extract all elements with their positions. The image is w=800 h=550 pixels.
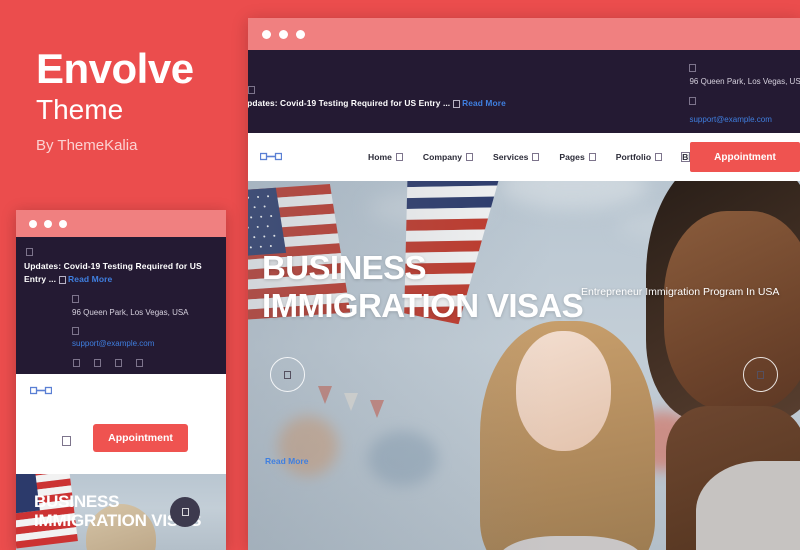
mobile-updates-text: Updates: Covid-19 Testing Required for U…	[24, 260, 218, 286]
mobile-address: 96 Queen Park, Los Vegas, USA	[72, 307, 189, 317]
desktop-topbar: Updates: Covid-19 Testing Required for U…	[248, 50, 800, 146]
hero-title: BUSINESS IMMIGRATION VISAS	[262, 249, 584, 324]
bullhorn-icon	[452, 99, 460, 108]
site-logo-image[interactable]	[30, 386, 52, 396]
mobile-window-chrome	[16, 210, 226, 237]
minimize-dot[interactable]	[279, 29, 288, 39]
minimize-dot[interactable]	[44, 219, 52, 228]
appointment-button[interactable]: Appointment	[690, 142, 800, 172]
hero-title-line2: IMMIGRATION VISAS	[262, 286, 584, 324]
mobile-hero-play-button[interactable]	[170, 497, 200, 527]
mobile-topbar: Updates: Covid-19 Testing Required for U…	[16, 237, 226, 374]
close-dot[interactable]	[262, 29, 271, 39]
linkedin-icon[interactable]	[115, 358, 122, 367]
hero-title-line1: BUSINESS	[262, 249, 427, 286]
chevron-down-icon	[588, 153, 596, 161]
instagram-icon[interactable]	[136, 358, 143, 367]
desktop-updates-block: Updates: Covid-19 Testing Required for U…	[248, 86, 506, 108]
nav-label-pages: Pages	[559, 152, 585, 162]
desktop-window-chrome	[248, 18, 800, 50]
nav-label-portfolio: Portfolio	[615, 152, 652, 162]
mobile-social-links	[16, 358, 226, 367]
product-subtitle: Theme	[36, 94, 124, 125]
envelope-icon	[72, 326, 79, 335]
desktop-read-more-link[interactable]: Read More	[462, 98, 506, 108]
nav-label-services: Services	[493, 152, 529, 162]
maximize-dot[interactable]	[59, 219, 67, 228]
chevron-down-icon	[395, 153, 403, 161]
mobile-email-link[interactable]: support@example.com	[72, 339, 226, 348]
nav-item-company[interactable]: Company	[422, 152, 474, 162]
product-title: Envolve	[36, 45, 194, 92]
mobile-navbar: Appointment	[16, 374, 226, 474]
desktop-preview-window: Updates: Covid-19 Testing Required for U…	[248, 18, 800, 550]
mobile-preview-window: Updates: Covid-19 Testing Required for U…	[16, 210, 226, 550]
nav-item-services[interactable]: Services	[493, 152, 540, 162]
mobile-contact-block: 96 Queen Park, Los Vegas, USA support@ex…	[16, 294, 226, 348]
megaphone-icon	[26, 248, 33, 256]
chevron-down-icon	[466, 153, 474, 161]
chevron-left-icon	[284, 370, 291, 379]
desktop-updates-label: Updates: Covid-19 Testing Required for U…	[248, 98, 451, 108]
nav-item-portfolio[interactable]: Portfolio	[615, 152, 663, 162]
close-dot[interactable]	[29, 219, 37, 228]
bullhorn-icon	[58, 275, 66, 284]
envelope-icon	[689, 97, 697, 106]
hero-read-more-link[interactable]: Read More	[265, 456, 308, 466]
chevron-right-icon	[757, 370, 764, 379]
chevron-down-icon	[655, 153, 663, 161]
search-icon[interactable]	[681, 152, 690, 162]
maximize-dot[interactable]	[296, 29, 305, 39]
mobile-hero: BUSINESS IMMIGRATION VISAS	[16, 474, 226, 550]
nav-item-home[interactable]: Home	[368, 152, 403, 162]
megaphone-icon	[248, 86, 255, 94]
facebook-icon[interactable]	[73, 358, 80, 367]
mobile-appointment-button[interactable]: Appointment	[93, 424, 188, 452]
hamburger-menu-icon[interactable]	[62, 436, 71, 446]
mobile-read-more-link[interactable]: Read More	[68, 274, 112, 284]
mobile-updates-label: Updates: Covid-19 Testing Required for U…	[24, 261, 202, 284]
nav-item-pages[interactable]: Pages	[559, 152, 596, 162]
product-author: By ThemeKalia	[36, 137, 138, 154]
map-pin-icon	[689, 64, 697, 72]
nav-label-company: Company	[422, 152, 463, 162]
hero-background-photo	[248, 181, 800, 550]
desktop-address: 96 Queen Park, Los Vegas, USA	[689, 77, 800, 86]
site-logo-image[interactable]	[260, 152, 282, 162]
hero-subtitle: Entrepreneur Immigration Program In USA	[581, 286, 780, 298]
twitter-icon[interactable]	[94, 358, 101, 367]
desktop-email-link[interactable]: support@example.com	[689, 115, 771, 124]
play-icon	[181, 508, 189, 516]
chevron-down-icon	[532, 153, 540, 161]
map-pin-icon	[72, 294, 79, 303]
carousel-prev-button[interactable]	[270, 357, 305, 392]
carousel-next-button[interactable]	[743, 357, 778, 392]
hero-section: BUSINESS IMMIGRATION VISAS Entrepreneur …	[248, 181, 800, 550]
desktop-navbar: Home Company Services Pages Portfolio Bl…	[248, 133, 800, 181]
nav-label-home: Home	[368, 152, 392, 162]
